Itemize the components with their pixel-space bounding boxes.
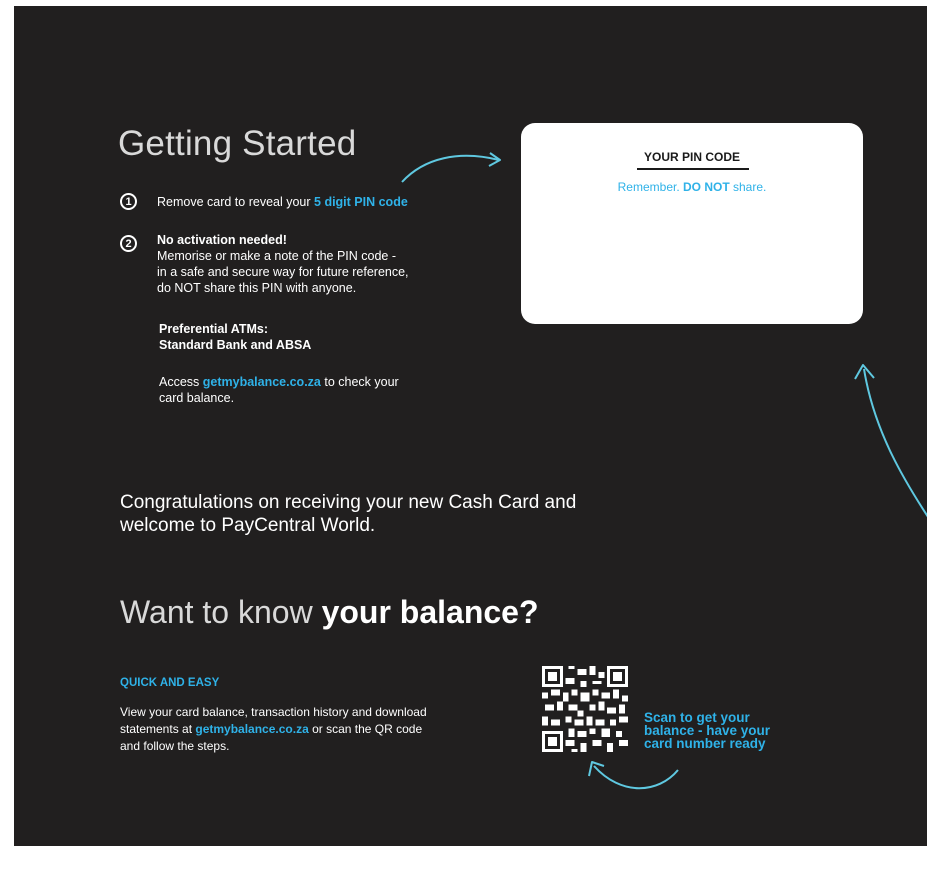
quick-and-easy-label: QUICK AND EASY: [120, 677, 220, 689]
balance-heading-bold: your balance?: [321, 594, 539, 630]
step-number-1: 1: [120, 193, 137, 210]
balance-desc-line-1: View your card balance, transaction hist…: [120, 705, 427, 719]
access-balance-line-2: card balance.: [159, 391, 235, 405]
pin-note-post: share.: [729, 180, 767, 194]
long-curved-arrow-icon: [854, 364, 927, 518]
step-2-heading: No activation needed!: [157, 233, 287, 247]
pin-note-bold: DO NOT: [683, 180, 730, 194]
step-1-text: Remove card to reveal your: [157, 195, 315, 209]
balance-desc-post: or scan the QR code: [308, 722, 423, 736]
step-1: 1 Remove card to reveal your 5 digit PIN…: [120, 193, 408, 210]
step-number-2: 2: [120, 235, 137, 252]
step-2: 2 No activation needed! Memorise or make…: [120, 232, 409, 296]
access-balance-line-1: Access getmybalance.co.za to check your: [159, 374, 399, 390]
scan-line-3: card number ready: [644, 736, 766, 751]
getmybalance-link[interactable]: getmybalance.co.za: [203, 375, 321, 389]
qr-code-icon[interactable]: [542, 666, 628, 752]
balance-desc-pre: statements at: [120, 722, 196, 736]
pin-code-card: YOUR PIN CODE Remember. DO NOT share.: [521, 123, 863, 324]
pin-code-highlight: 5 digit PIN code: [314, 195, 408, 209]
congrats-line-1: Congratulations on receiving your new Ca…: [120, 492, 577, 513]
preferential-atms-label: Preferential ATMs:: [159, 322, 269, 336]
balance-heading-light: Want to know: [120, 594, 322, 630]
balance-desc-line-3: and follow the steps.: [120, 739, 230, 753]
scan-instructions: Scan to get your balance - have your car…: [644, 711, 770, 751]
step-2-line-2: in a safe and secure way for future refe…: [157, 265, 409, 279]
step-2-line-3: do NOT share this PIN with anyone.: [157, 281, 357, 295]
balance-heading: Want to know your balance?: [120, 594, 539, 631]
preferential-atms-banks: Standard Bank and ABSA: [159, 338, 312, 352]
pin-code-note: Remember. DO NOT share.: [521, 180, 863, 194]
access-post: to check your: [320, 375, 399, 389]
pin-code-title: YOUR PIN CODE: [643, 150, 740, 164]
curved-arrow-icon: [401, 152, 501, 183]
getting-started-title: Getting Started: [118, 124, 357, 163]
balance-desc-line-2: statements at getmybalance.co.za or scan…: [120, 721, 520, 738]
pin-title-underline: [637, 168, 749, 170]
qr-curved-arrow-icon: [588, 761, 679, 790]
getmybalance-link-2[interactable]: getmybalance.co.za: [195, 722, 308, 736]
congratulations-message: Congratulations on receiving your new Ca…: [120, 491, 576, 537]
balance-description: View your card balance, transaction hist…: [120, 704, 520, 755]
pin-note-pre: Remember.: [617, 180, 683, 194]
congrats-line-2: welcome to PayCentral World.: [120, 515, 376, 536]
access-pre: Access: [159, 375, 203, 389]
step-2-line-1: Memorise or make a note of the PIN code …: [157, 249, 396, 263]
leaflet-panel: Getting Started 1 Remove card to reveal …: [14, 6, 927, 846]
